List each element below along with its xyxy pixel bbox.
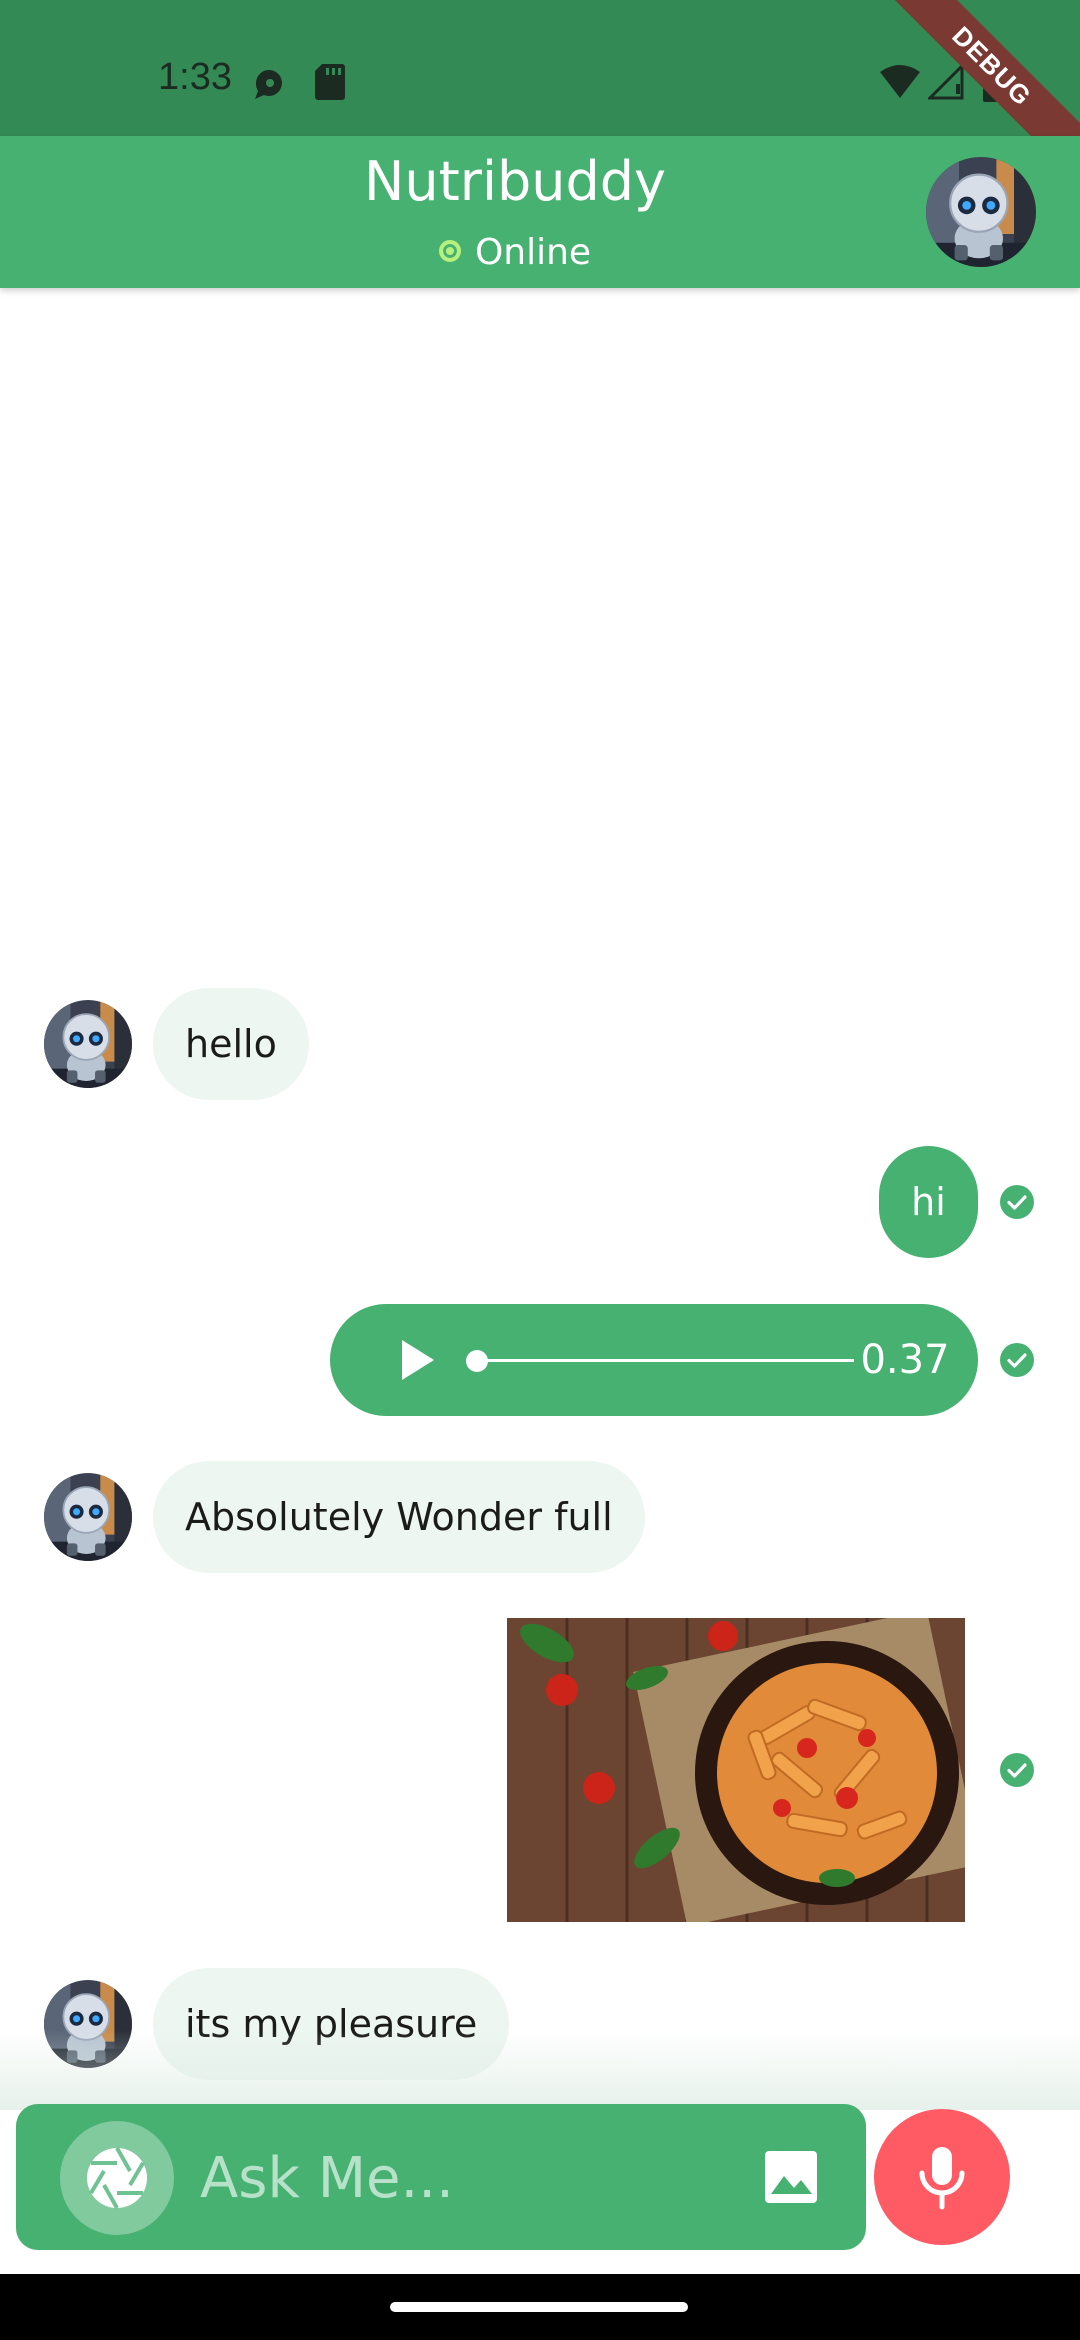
- status-bar: 1:33 DEBUG: [0, 0, 1080, 188]
- wifi-icon: [880, 65, 920, 98]
- mic-icon: [919, 2147, 965, 2210]
- audio-progress-track[interactable]: [474, 1359, 854, 1362]
- sent-check-icon: [999, 1752, 1035, 1788]
- chat-input-bar: [16, 2104, 866, 2250]
- image-icon[interactable]: [762, 2148, 820, 2206]
- notification-icon: [255, 70, 282, 99]
- sd-card-icon: [315, 64, 345, 100]
- pasta-dish-image[interactable]: [507, 1618, 965, 1922]
- audio-progress-thumb[interactable]: [466, 1350, 488, 1372]
- page-title: Nutribuddy: [363, 150, 666, 213]
- sent-check-icon: [999, 1184, 1035, 1220]
- header-avatar[interactable]: [926, 157, 1036, 267]
- bot-avatar: [44, 1473, 132, 1561]
- ask-input[interactable]: [198, 2134, 762, 2222]
- message-bubble-incoming: hello: [153, 988, 309, 1100]
- system-nav-bar: [0, 2274, 1080, 2340]
- online-status-label: Online: [474, 232, 592, 273]
- audio-duration: 0.37: [860, 1337, 950, 1383]
- mic-button[interactable]: [874, 2109, 1010, 2245]
- signal-icon: [928, 64, 964, 100]
- camera-aperture-icon: [87, 2147, 147, 2209]
- sent-check-icon: [999, 1342, 1035, 1378]
- audio-message-bubble: 0.37: [330, 1304, 978, 1416]
- chat-screen: 1:33 DEBUG Nutribuddy Online hello hi 0.…: [0, 0, 1080, 2340]
- play-icon[interactable]: [390, 1334, 442, 1386]
- input-shadow: [0, 2030, 1080, 2110]
- status-time: 1:33: [158, 56, 232, 98]
- message-bubble-outgoing: hi: [879, 1146, 978, 1258]
- message-bubble-incoming: Absolutely Wonder full: [153, 1461, 645, 1573]
- online-indicator-icon: [438, 240, 461, 262]
- bot-avatar: [44, 1000, 132, 1088]
- online-status: Online: [0, 232, 1030, 273]
- camera-button[interactable]: [60, 2121, 174, 2235]
- app-bar: Nutribuddy Online: [0, 136, 1080, 288]
- home-indicator[interactable]: [390, 2302, 688, 2312]
